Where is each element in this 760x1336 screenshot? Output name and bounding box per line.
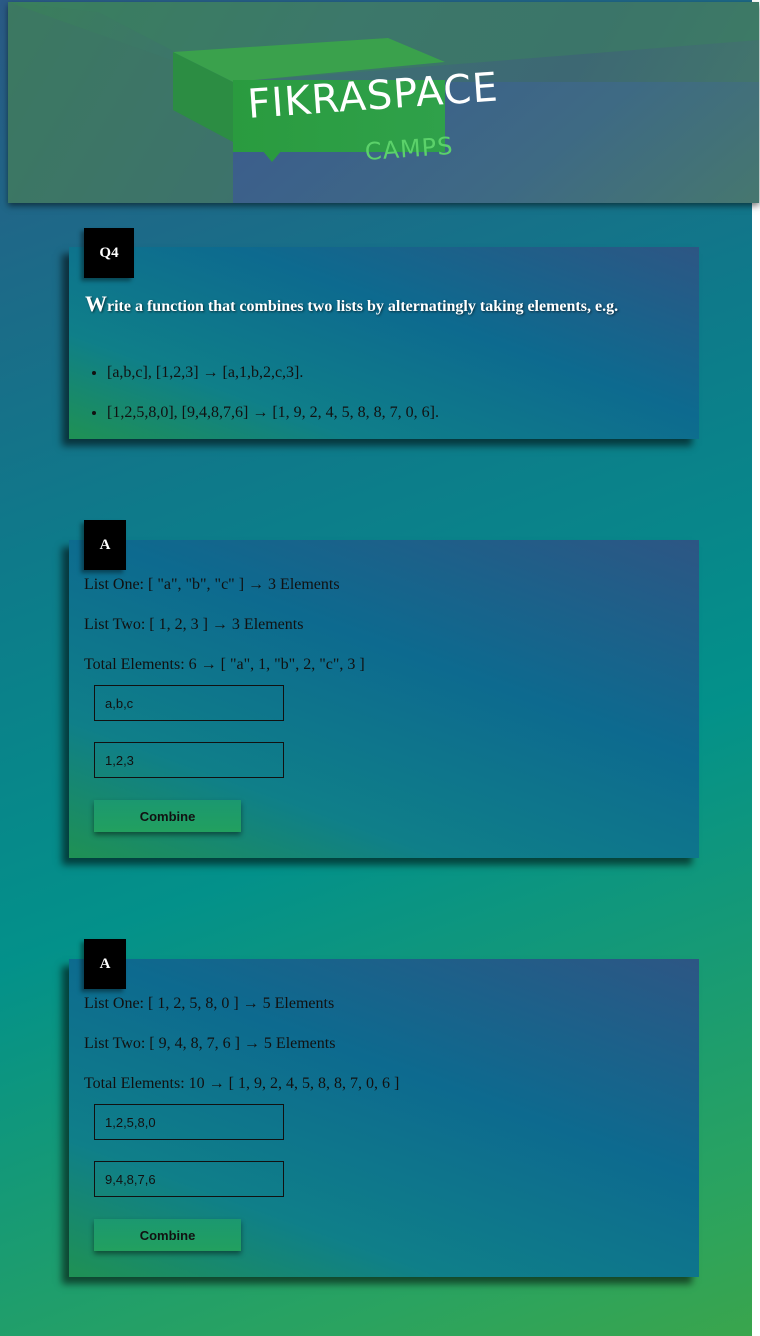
combine-button[interactable]: Combine — [94, 1219, 241, 1251]
list-one-input[interactable] — [94, 1104, 284, 1140]
answer-card-1: A List One: [ "a", "b", "c" ] → 3 Elemen… — [69, 520, 699, 858]
list-two-input[interactable] — [94, 1161, 284, 1197]
list-two-summary: List Two: [ 1, 2, 3 ] → 3 Elements — [84, 616, 304, 633]
question-title: Write a function that combines two lists… — [85, 291, 618, 317]
combine-button[interactable]: Combine — [94, 800, 241, 832]
question-title-initial: W — [85, 291, 107, 316]
question-card: Q4 Write a function that combines two li… — [69, 228, 699, 441]
logo-part2: SPACE — [365, 64, 501, 120]
answer-tag: A — [84, 520, 126, 570]
example-item: [1,2,5,8,0], [9,4,8,7,6] → [1, 9, 2, 4, … — [107, 401, 439, 441]
example-list: [a,b,c], [1,2,3] → [a,1,b,2,c,3]. [1,2,5… — [85, 361, 439, 441]
total-summary: Total Elements: 10 → [ 1, 9, 2, 4, 5, 8,… — [84, 1075, 400, 1092]
question-tag: Q4 — [84, 228, 134, 278]
logo-badge-tail — [262, 150, 282, 162]
total-summary: Total Elements: 6 → [ "a", 1, "b", 2, "c… — [84, 656, 365, 673]
example-item: [a,b,c], [1,2,3] → [a,1,b,2,c,3]. — [107, 361, 439, 401]
answer-card-2: A List One: [ 1, 2, 5, 8, 0 ] → 5 Elemen… — [69, 939, 699, 1277]
header-banner: FIKRASPACE CAMPS — [8, 2, 759, 203]
list-two-input[interactable] — [94, 742, 284, 778]
question-title-text: rite a function that combines two lists … — [107, 298, 619, 315]
list-one-input[interactable] — [94, 685, 284, 721]
logo-part1: FIKRA — [246, 73, 369, 128]
list-one-summary: List One: [ 1, 2, 5, 8, 0 ] → 5 Elements — [84, 995, 335, 1012]
answer-tag: A — [84, 939, 126, 989]
list-two-summary: List Two: [ 9, 4, 8, 7, 6 ] → 5 Elements — [84, 1035, 336, 1052]
list-one-summary: List One: [ "a", "b", "c" ] → 3 Elements — [84, 576, 340, 593]
